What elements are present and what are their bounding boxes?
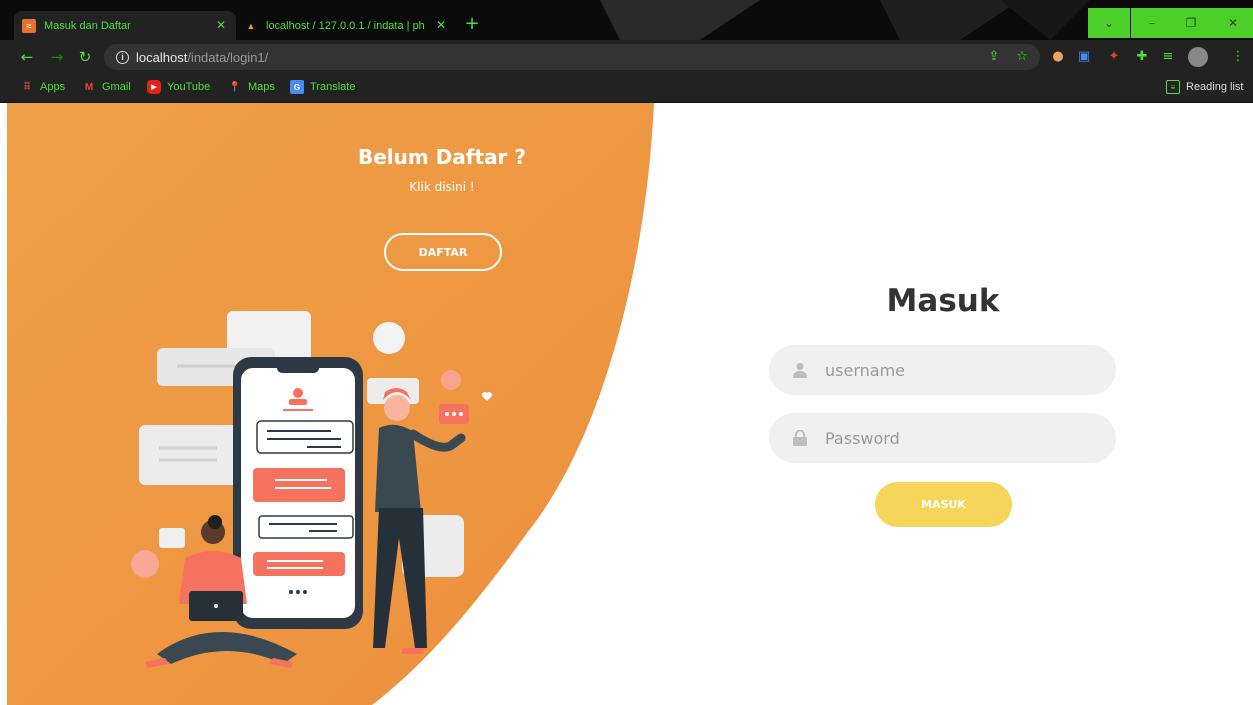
browser-chrome: ≈ Masuk dan Daftar ✕ ▲ localhost / 127.0… [0, 0, 1253, 103]
username-input[interactable] [825, 360, 1095, 380]
signup-title: Belum Daftar ? [358, 145, 526, 169]
tab-title: Masuk dan Daftar [44, 19, 131, 32]
phpmyadmin-icon: ▲ [246, 20, 256, 31]
chat-bubble-bg [139, 425, 239, 485]
xampp-icon: ≈ [22, 18, 36, 33]
google-translate-extension-icon[interactable]: ▣ [1076, 49, 1092, 65]
bookmark-gmail[interactable]: M Gmail [82, 80, 131, 94]
smile-emoji-icon [441, 370, 461, 390]
man-head [384, 395, 410, 421]
site-info-icon[interactable]: i [116, 50, 129, 64]
close-window-button[interactable]: ✕ [1212, 8, 1253, 38]
password-field[interactable] [769, 413, 1116, 463]
tab-masuk-dan-daftar[interactable]: ≈ Masuk dan Daftar ✕ [14, 11, 236, 40]
daftar-button[interactable]: DAFTAR [384, 233, 502, 271]
emoji-bubble [373, 322, 405, 354]
bookmark-label: Gmail [102, 81, 131, 93]
tab-title: localhost / 127.0.0.1 / indata | ph [266, 19, 425, 32]
url-host: localhost [136, 49, 188, 65]
signup-subtitle: Klik disini ! [409, 180, 475, 194]
reading-list-toolbar-icon[interactable]: ≡ [1160, 49, 1176, 65]
masuk-button[interactable]: MASUK [875, 482, 1012, 527]
maps-icon: 📍 [228, 81, 242, 93]
close-tab-icon[interactable]: ✕ [436, 18, 446, 32]
signup-prompt: Belum Daftar ? Klik disini ! [337, 145, 547, 194]
lock-icon [791, 429, 809, 447]
url-path: /indata/login1/ [187, 49, 269, 65]
username-field[interactable] [769, 345, 1116, 395]
heart-icon [481, 392, 493, 401]
browser-toolbar: ← → ↻ i localhost/indata/login1/ ⇪ ☆ ● ▣… [0, 40, 1253, 74]
thumbs-up-icon [159, 528, 185, 548]
man-legs [373, 508, 427, 648]
gmail-icon: M [84, 81, 94, 93]
profile-avatar-icon[interactable] [1188, 47, 1208, 67]
address-bar[interactable]: i localhost/indata/login1/ [104, 44, 1040, 70]
new-tab-button[interactable]: + [462, 14, 482, 34]
close-tab-icon[interactable]: ✕ [216, 18, 226, 32]
password-input[interactable] [825, 428, 1095, 448]
extension-avatar-icon[interactable]: ● [1050, 49, 1066, 65]
apps-grid-icon: ⠿ [23, 81, 31, 93]
share-icon[interactable]: ⇪ [986, 49, 1002, 65]
signup-illustration [131, 311, 493, 668]
minimize-button[interactable]: – [1131, 8, 1173, 38]
bookmark-apps[interactable]: ⠿ Apps [20, 80, 65, 94]
acrobat-extension-icon[interactable]: ✦ [1106, 49, 1122, 65]
login-title: Masuk [886, 283, 1000, 319]
heart-eyes-emoji-icon [131, 550, 159, 578]
youtube-icon: ▶ [147, 80, 161, 94]
extensions-puzzle-icon[interactable]: ✚ [1134, 49, 1150, 65]
menu-kebab-icon[interactable]: ⋮ [1230, 49, 1246, 65]
reading-list-label: Reading list [1186, 81, 1244, 93]
reading-list-icon: ≡ [1166, 80, 1180, 94]
user-icon [791, 361, 809, 379]
restore-button[interactable]: ❐ [1170, 8, 1212, 38]
bookmark-label: YouTube [167, 81, 211, 93]
reload-icon[interactable]: ↻ [76, 48, 94, 66]
tab-strip: ≈ Masuk dan Daftar ✕ ▲ localhost / 127.0… [0, 8, 1253, 40]
translate-icon: G [290, 80, 304, 94]
tab-search-chevron-icon[interactable]: ⌄ [1088, 8, 1130, 38]
bookmark-youtube[interactable]: ▶ YouTube [147, 80, 210, 94]
login-page: Belum Daftar ? Klik disini ! DAFTAR Masu… [7, 103, 1253, 705]
bookmark-maps[interactable]: 📍 Maps [228, 80, 275, 94]
forward-arrow-icon[interactable]: → [48, 48, 66, 66]
bookmarks-bar: ⠿ Apps M Gmail ▶ YouTube 📍 Maps G Transl… [0, 74, 1253, 103]
bookmark-label: Translate [310, 81, 356, 93]
bookmark-label: Maps [248, 81, 275, 93]
bookmark-translate[interactable]: G Translate [290, 80, 355, 94]
tab-phpmyadmin[interactable]: ▲ localhost / 127.0.0.1 / indata | ph ✕ [236, 11, 456, 40]
bookmark-star-icon[interactable]: ☆ [1014, 49, 1030, 65]
back-arrow-icon[interactable]: ← [18, 48, 36, 66]
reading-list-button[interactable]: ≡ Reading list [1166, 80, 1243, 94]
bookmark-label: Apps [40, 81, 66, 93]
